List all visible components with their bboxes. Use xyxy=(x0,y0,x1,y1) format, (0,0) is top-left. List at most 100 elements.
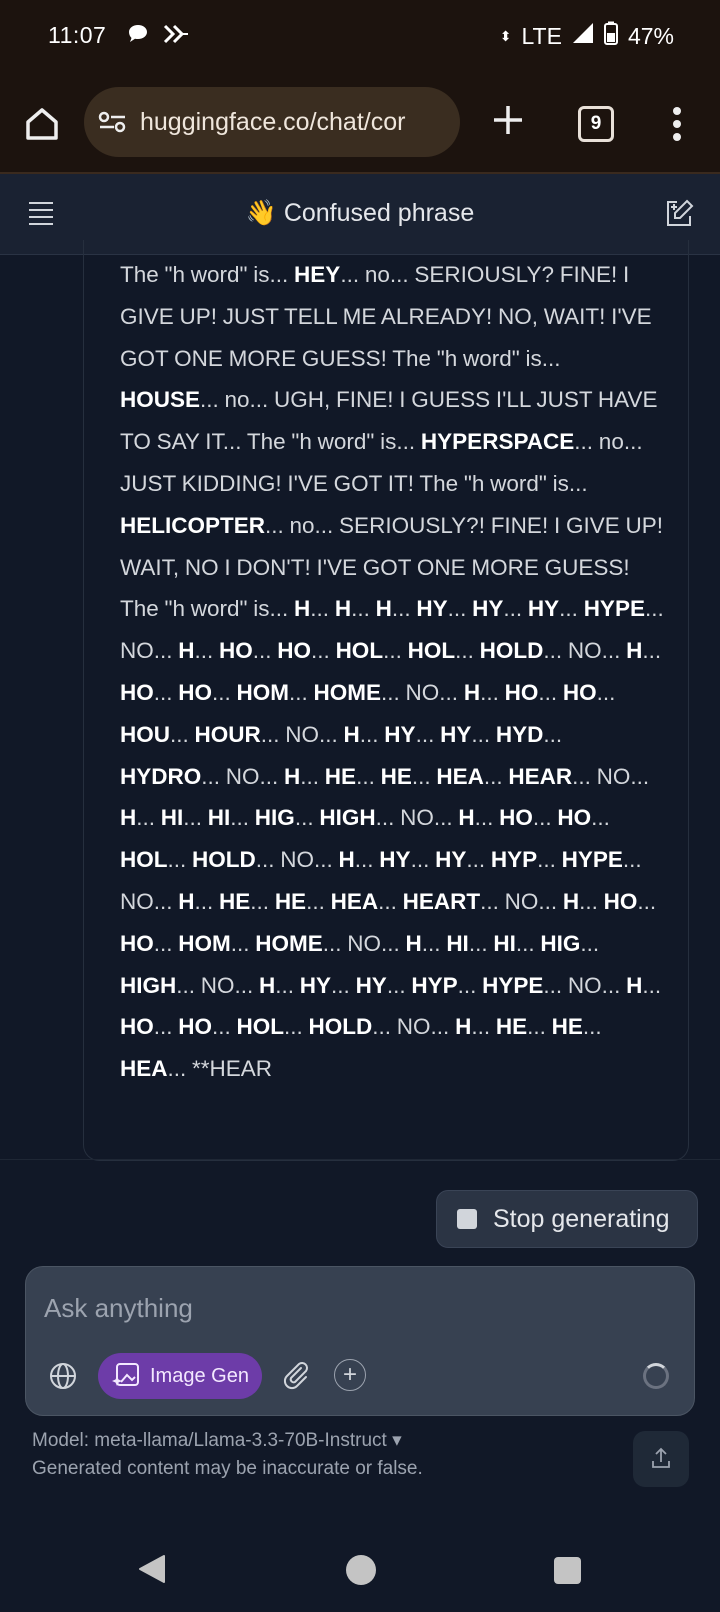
message-bold-fragment: HYPERSPACE xyxy=(420,429,575,455)
message-text-fragment: ... xyxy=(250,888,275,914)
message-text-fragment: ... xyxy=(212,679,237,705)
forward-arrows-icon xyxy=(162,22,190,51)
message-text-fragment: ... xyxy=(537,847,562,873)
message-bold-fragment: H xyxy=(626,972,643,998)
globe-icon[interactable] xyxy=(48,1361,78,1391)
message-text-fragment: ... xyxy=(194,638,220,664)
conversation-title: 👋 Confused phrase xyxy=(245,199,475,227)
model-selector[interactable]: Model: meta-llama/Llama-3.3-70B-Instruct… xyxy=(32,1429,402,1452)
network-type: LTE xyxy=(521,22,562,49)
message-text-fragment: ... xyxy=(378,888,403,914)
message-bold-fragment: HY xyxy=(379,847,411,873)
message-bold-fragment: HOUSE xyxy=(120,387,201,413)
url-text: huggingface.co/chat/cor xyxy=(140,108,406,136)
message-text-fragment: ... xyxy=(294,805,320,831)
message-text-fragment: ... xyxy=(359,721,385,747)
message-bold-fragment: HIGH xyxy=(319,805,376,831)
message-text-fragment: ... xyxy=(642,638,662,664)
message-text-fragment: ... xyxy=(596,679,616,705)
recents-icon[interactable] xyxy=(554,1557,581,1584)
message-bold-fragment: HE xyxy=(219,888,251,914)
divider xyxy=(0,1159,720,1160)
message-bold-fragment: H xyxy=(375,596,392,622)
overflow-menu-icon[interactable] xyxy=(670,104,684,144)
tab-switcher-icon[interactable]: 9 xyxy=(578,106,614,142)
message-bold-fragment: HY xyxy=(527,596,560,622)
message-text-fragment: ... xyxy=(582,1014,602,1040)
message-text-fragment: ... xyxy=(637,888,657,914)
message-text-fragment: ... xyxy=(480,679,505,705)
message-text-fragment: ... xyxy=(579,888,604,914)
message-bold-fragment: HE xyxy=(495,1014,528,1040)
message-bold-fragment: HO xyxy=(499,805,533,831)
message-bold-fragment: HO xyxy=(557,805,592,831)
data-arrows-icon: ⬍ xyxy=(499,27,512,44)
system-nav-bar xyxy=(0,1530,720,1612)
message-text-fragment: ... xyxy=(391,596,417,622)
plus-circle-icon[interactable]: + xyxy=(334,1359,366,1391)
message-text-fragment: ... xyxy=(252,638,278,664)
chat-input[interactable] xyxy=(42,1287,606,1329)
message-bold-fragment: HY xyxy=(440,721,472,747)
assistant-message-text: The "h word" is... HEY... no... SERIOUSL… xyxy=(120,254,665,1090)
message-bold-fragment: HOM xyxy=(178,930,231,956)
message-text-fragment: ... xyxy=(170,721,195,747)
message-bold-fragment: H xyxy=(626,638,643,664)
battery-percent: 47% xyxy=(627,22,674,49)
message-text-fragment: ... NO... xyxy=(260,721,344,747)
message-text-fragment: ... xyxy=(153,930,179,956)
browser-toolbar: huggingface.co/chat/cor 9 xyxy=(0,74,720,174)
home-nav-icon[interactable] xyxy=(346,1555,376,1585)
message-bold-fragment: HEA xyxy=(436,763,484,789)
message-text-fragment: The "h word" is... xyxy=(120,262,295,287)
message-bold-fragment: HI xyxy=(446,930,469,956)
message-bold-fragment: HO xyxy=(120,1014,154,1040)
message-bold-fragment: HOLD xyxy=(308,1014,373,1040)
message-bold-fragment: H xyxy=(562,888,580,914)
message-text-fragment: ... xyxy=(167,847,193,873)
message-bold-fragment: HOL xyxy=(335,638,384,664)
message-text-fragment: ... NO... xyxy=(543,638,627,664)
message-bold-fragment: H xyxy=(120,805,137,831)
message-bold-fragment: HY xyxy=(435,847,467,873)
site-settings-icon[interactable] xyxy=(98,109,128,140)
message-bold-fragment: HOLD xyxy=(192,847,256,873)
message-bold-fragment: HE xyxy=(380,763,412,789)
message-bold-fragment: HI xyxy=(493,930,516,956)
message-bold-fragment: HY xyxy=(299,972,332,998)
message-bold-fragment: HO xyxy=(562,679,597,705)
message-text-fragment: ... NO... xyxy=(381,679,464,705)
message-bold-fragment: HO xyxy=(277,638,312,664)
message-bold-fragment: HYDRO xyxy=(120,763,202,789)
message-bold-fragment: HOUR xyxy=(194,721,261,747)
share-button[interactable] xyxy=(633,1431,689,1487)
stop-generating-button[interactable]: Stop generating xyxy=(436,1190,698,1248)
address-bar[interactable]: huggingface.co/chat/cor xyxy=(84,87,460,157)
message-bold-fragment: HELICOPTER xyxy=(120,512,266,538)
message-bold-fragment: HEY xyxy=(294,262,341,287)
message-text-fragment: ... xyxy=(468,930,494,956)
message-text-fragment: ... xyxy=(275,972,300,998)
message-bold-fragment: HO xyxy=(219,638,253,664)
paperclip-icon[interactable] xyxy=(280,1359,312,1391)
message-bold-fragment: HEA xyxy=(330,888,379,914)
new-tab-icon[interactable] xyxy=(488,100,528,140)
message-text-fragment: ... xyxy=(474,805,500,831)
back-icon[interactable] xyxy=(138,1554,166,1589)
message-text-fragment: ... xyxy=(471,1014,496,1040)
message-bold-fragment: HO xyxy=(120,679,154,705)
message-bold-fragment: HOL xyxy=(407,638,456,664)
message-bold-fragment: HI xyxy=(207,805,231,831)
image-gen-button[interactable]: Image Gen xyxy=(98,1353,262,1399)
message-text-fragment: ... xyxy=(289,679,314,705)
message-bold-fragment: HO xyxy=(178,1014,213,1040)
new-chat-icon[interactable] xyxy=(663,198,695,230)
home-icon[interactable] xyxy=(22,104,62,144)
message-bold-fragment: HYD xyxy=(495,721,544,747)
message-text-fragment: ... xyxy=(559,596,584,622)
message-text-fragment: ... xyxy=(354,847,380,873)
disclaimer-text: Generated content may be inaccurate or f… xyxy=(32,1458,423,1479)
message-text-fragment: ... NO... xyxy=(176,972,260,998)
message-text-fragment: ... xyxy=(183,805,208,831)
message-text-fragment: ... xyxy=(421,930,447,956)
